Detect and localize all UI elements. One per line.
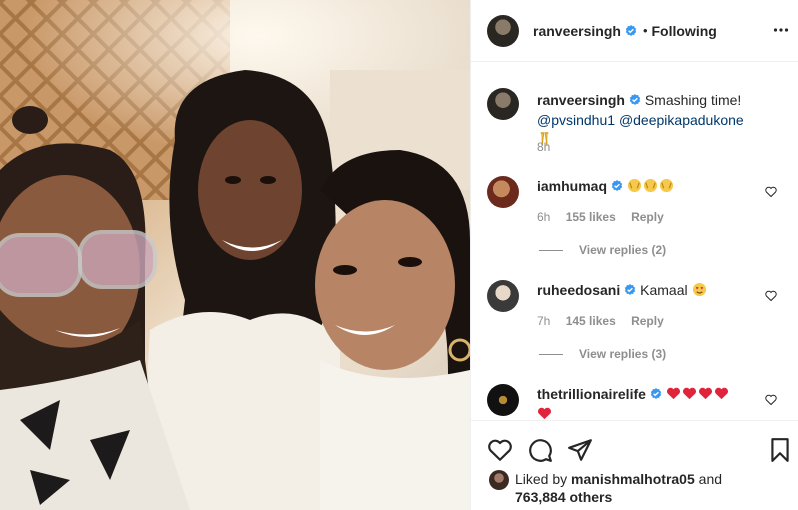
heart-icon[interactable] [765, 394, 777, 406]
comment-time: 6h [537, 210, 551, 224]
likes-count-line: 763,884 others [515, 488, 612, 506]
likes-text: Liked by manishmalhotra05 and [515, 470, 722, 488]
comment-meta: 6h 155 likes Reply [537, 210, 676, 224]
raised-hands-emoji-icon [643, 178, 657, 193]
comment-username[interactable]: thetrillionairelife [537, 386, 646, 402]
comment-meta: 7h 145 likes Reply [537, 314, 676, 328]
comment-avatar[interactable] [487, 280, 519, 312]
liker-avatar[interactable] [489, 470, 509, 490]
caption-body: ranveersingh Smashing time! @pvsindhu1 @… [537, 90, 759, 150]
heart-icon[interactable] [765, 186, 777, 198]
red-heart-emoji-icon [698, 387, 712, 400]
caption-username[interactable]: ranveersingh [537, 92, 625, 108]
bookmark-icon[interactable] [767, 437, 793, 463]
heart-eyes-emoji-icon [692, 282, 706, 297]
red-heart-emoji-icon [537, 407, 552, 420]
raised-hands-emoji-icon [659, 178, 673, 193]
comment-avatar[interactable] [487, 384, 519, 416]
caption-avatar[interactable] [487, 88, 519, 120]
red-heart-emoji-icon [666, 387, 680, 400]
comment-avatar[interactable] [487, 176, 519, 208]
verified-icon [611, 180, 623, 191]
header-separator: • [642, 23, 648, 38]
caption-mention-2[interactable]: @deepikapadukone [619, 112, 744, 128]
view-replies-label: View replies (2) [579, 243, 667, 257]
comment-icon[interactable] [527, 437, 553, 463]
post-panel: ranveersingh • Following ranveersingh Sm… [470, 0, 798, 510]
caption-time: 8h [537, 140, 551, 154]
red-heart-emoji-icon [682, 387, 696, 400]
photo-illustration [0, 0, 470, 510]
post-header: ranveersingh • Following [471, 0, 798, 62]
verified-icon [650, 388, 662, 399]
view-replies-button[interactable]: View replies (3) [539, 347, 666, 361]
comment-text: Kamaal [640, 282, 688, 298]
view-replies-line [539, 353, 563, 355]
caption-mention-1[interactable]: @pvsindhu1 [537, 112, 615, 128]
post-photo[interactable] [0, 0, 470, 510]
verified-icon [625, 284, 636, 295]
comment-time: 7h [537, 314, 551, 328]
author-info: ranveersingh • Following [533, 23, 717, 39]
reply-button[interactable]: Reply [631, 314, 664, 328]
liker-username[interactable]: manishmalhotra05 [571, 471, 695, 487]
share-icon[interactable] [567, 437, 593, 463]
action-bar [471, 420, 798, 474]
more-icon[interactable] [773, 22, 789, 38]
view-replies-button[interactable]: View replies (2) [539, 243, 666, 257]
heart-icon[interactable] [765, 290, 777, 302]
comment-username[interactable]: ruheedosani [537, 282, 620, 298]
likes-middle: and [698, 471, 723, 487]
following-button[interactable]: Following [652, 23, 717, 39]
heart-icon[interactable] [487, 437, 513, 463]
caption-meta: 8h [537, 140, 562, 154]
likes-prefix: Liked by [515, 471, 568, 487]
author-avatar[interactable] [487, 14, 519, 47]
raised-hands-emoji-icon [627, 178, 641, 193]
verified-icon [629, 94, 641, 105]
comment-body: thetrillionairelife [537, 384, 759, 420]
comment-likes[interactable]: 155 likes [566, 210, 616, 224]
comment-username[interactable]: iamhumaq [537, 178, 607, 194]
comment-likes[interactable]: 145 likes [566, 314, 616, 328]
comment-body: iamhumaq [537, 176, 759, 196]
comment-body: ruheedosani Kamaal [537, 280, 759, 300]
verified-icon [625, 24, 637, 36]
reply-button[interactable]: Reply [631, 210, 664, 224]
view-replies-label: View replies (3) [579, 347, 667, 361]
red-heart-emoji-icon [714, 387, 728, 400]
caption-text: Smashing time! [644, 92, 742, 108]
likes-count[interactable]: 763,884 others [515, 489, 612, 505]
author-username[interactable]: ranveersingh [533, 23, 621, 39]
view-replies-line [539, 249, 563, 251]
comments-list[interactable]: ranveersingh Smashing time! @pvsindhu1 @… [471, 76, 798, 420]
